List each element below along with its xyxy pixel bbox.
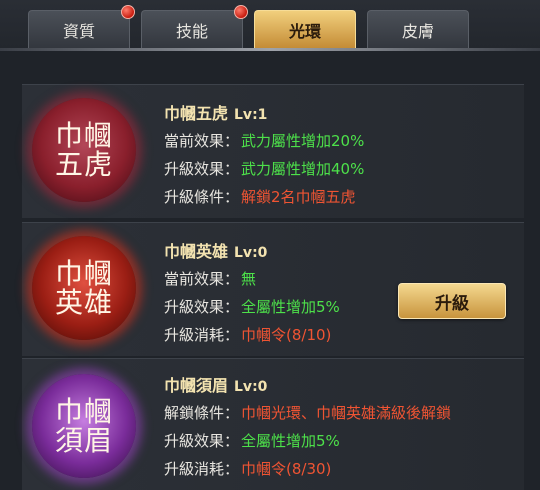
emblem-text: 巾幗五虎 (54, 118, 113, 181)
aura-name: 巾幗五虎 (164, 104, 229, 123)
tab-label: 皮膚 (401, 21, 434, 41)
row-label: 升級效果： (164, 298, 240, 316)
upgrade-button[interactable]: 升級 (398, 283, 506, 319)
aura-level: Lv:0 (234, 245, 268, 261)
tab-label: 技能 (175, 21, 208, 41)
aura-name: 巾幗英雄 (164, 242, 229, 261)
row-label: 升級條件： (164, 188, 240, 206)
aura-row: 升級消耗： 巾幗令(8/10) (164, 324, 331, 345)
row-label: 當前效果： (164, 270, 240, 288)
aura-row: 升級條件： 解鎖2名巾幗五虎 (164, 186, 356, 207)
tab-aura[interactable]: 光環 (254, 10, 356, 48)
aura-level: Lv:1 (234, 107, 268, 123)
tab-divider (0, 48, 540, 51)
aura-row: 解鎖條件： 巾幗光環、巾幗英雄滿級後解鎖 (164, 402, 451, 423)
aura-row: 升級效果： 全屬性增加5% (164, 430, 340, 451)
tab-skills[interactable]: 技能 (141, 5, 248, 48)
aura-row: 當前效果：無 (164, 268, 256, 289)
row-label: 解鎖條件： (164, 404, 240, 422)
row-label: 升級消耗： (164, 460, 240, 478)
aura-title: 巾幗英雄 Lv:0 (164, 238, 267, 262)
tab-label: 光環 (288, 21, 321, 41)
aura-row: 升級效果： 全屬性增加5% (164, 296, 340, 317)
notification-dot-icon (234, 5, 248, 19)
aura-level: Lv:0 (234, 379, 268, 395)
aura-emblem-icon: 巾幗須眉 (32, 374, 136, 478)
row-value: 解鎖2名巾幗五虎 (241, 188, 356, 206)
aura-row: 當前效果： 武力屬性增加20% (164, 130, 364, 151)
row-value: 巾幗光環、巾幗英雄滿級後解鎖 (241, 404, 452, 422)
aura-emblem-icon: 巾幗五虎 (32, 98, 136, 202)
aura-title: 巾幗須眉 Lv:0 (164, 372, 267, 396)
tab-bar: 資質 技能 光環 皮膚 (0, 0, 540, 48)
aura-title: 巾幗五虎 Lv:1 (164, 100, 267, 124)
row-value: 全屬性增加5% (241, 298, 340, 316)
tab-skin[interactable]: 皮膚 (367, 10, 469, 48)
notification-dot-icon (121, 5, 135, 19)
tab-aptitude[interactable]: 資質 (28, 5, 135, 48)
row-label: 當前效果： (164, 132, 240, 150)
row-value: 無 (241, 270, 257, 288)
row-value: 武力屬性增加20% (241, 132, 365, 150)
row-value: 全屬性增加5% (241, 432, 340, 450)
row-value: 巾幗令(8/10) (241, 326, 332, 344)
emblem-text: 巾幗英雄 (54, 256, 113, 319)
aura-name: 巾幗須眉 (164, 376, 229, 395)
row-label: 升級效果： (164, 432, 240, 450)
row-label: 升級效果： (164, 160, 240, 178)
aura-row: 升級效果： 武力屬性增加40% (164, 158, 364, 179)
row-label: 升級消耗： (164, 326, 240, 344)
row-value: 武力屬性增加40% (241, 160, 365, 178)
aura-emblem-icon: 巾幗英雄 (32, 236, 136, 340)
row-value: 巾幗令(8/30) (241, 460, 332, 478)
tab-label: 資質 (62, 21, 95, 41)
emblem-text: 巾幗須眉 (54, 394, 113, 457)
aura-row: 升級消耗： 巾幗令(8/30) (164, 458, 331, 479)
